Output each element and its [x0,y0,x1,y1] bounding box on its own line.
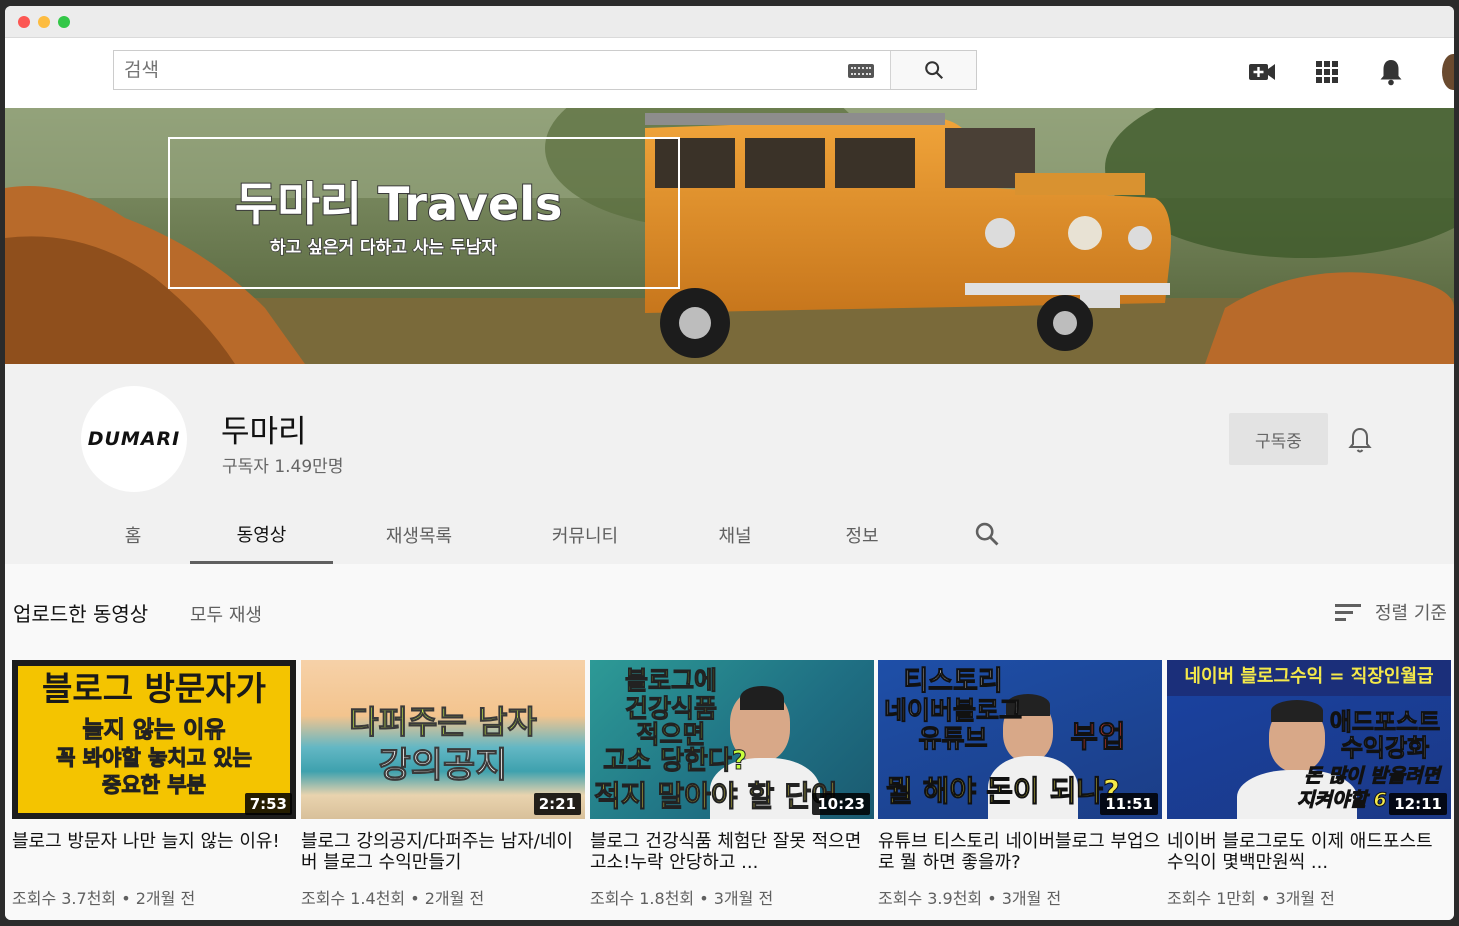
thumb-text: 지켜야할 6 [1297,789,1388,811]
video-title[interactable]: 유튜브 티스토리 네이버블로그 부업으로 뭘 하면 좋을까? [878,831,1162,873]
masthead [5,38,1454,108]
tab-videos[interactable]: 동영상 [190,506,333,564]
tab-about[interactable]: 정보 [817,506,907,564]
channel-name: 두마리 [221,414,307,450]
create-video-icon[interactable] [1248,58,1276,86]
thumb-text: 블로그 방문자가 [41,669,266,708]
video-title[interactable]: 네이버 블로그로도 이제 애드포스트 수익이 몇백만원씩 ... [1167,831,1451,873]
search-input[interactable] [114,51,848,89]
thumb-text: 티스토리 [903,666,1003,697]
tab-community[interactable]: 커뮤니티 [525,506,645,564]
notifications-bell-icon[interactable] [1377,58,1405,86]
thumb-text: 수익강화 [1340,734,1430,762]
thumb-text: 늘지 않는 이유 [82,717,226,743]
channel-search-icon[interactable] [973,520,1001,548]
video-card[interactable]: 블로그에 건강식품 적으면 고소 당한다? 적지 말아야 할 단어 10:23 … [590,660,874,909]
tab-home[interactable]: 홈 [91,506,175,564]
thumb-text: 적으면 [636,720,706,749]
video-card[interactable]: 블로그 방문자가 늘지 않는 이유 꼭 봐야할 놓치고 있는 중요한 부분 7:… [12,660,296,909]
channel-notification-bell-icon[interactable] [1348,426,1374,454]
video-card[interactable]: 다퍼주는 남자 강의공지 2:21 블로그 강의공지/다퍼주는 남자/네이버 블… [301,660,585,909]
keyboard-icon[interactable] [848,64,874,78]
window-titlebar [5,6,1454,38]
thumb-text: 부업 [1070,720,1126,755]
thumb-text: 네이버 블로그수익 = 직장인월급 [1184,666,1434,687]
user-avatar[interactable] [1442,54,1454,90]
thumb-text: 애드포스트 [1329,708,1441,736]
section-title: 업로드한 동영상 [13,602,149,626]
thumb-text: 고소 당한다? [603,746,748,776]
banner-photo: 두마리 Travels 하고 싶은거 다하고 사는 두남자 [5,108,1454,364]
video-card[interactable]: 네이버 블로그수익 = 직장인월급 애드포스트 수익강화 돈 많이 받을려면 지… [1167,660,1451,909]
video-title[interactable]: 블로그 방문자 나만 늘지 않는 이유! [12,831,296,873]
browser-window: 두마리 Travels 하고 싶은거 다하고 사는 두남자 DUMARI 두마리… [5,6,1454,920]
video-meta: 조회수 1.8천회 • 3개월 전 [590,889,774,908]
close-window-button[interactable] [18,16,30,28]
video-thumbnail[interactable]: 다퍼주는 남자 강의공지 2:21 [301,660,585,819]
video-meta: 조회수 3.7천회 • 2개월 전 [12,889,196,908]
video-meta: 조회수 1.4천회 • 2개월 전 [301,889,485,908]
video-thumbnail[interactable]: 블로그 방문자가 늘지 않는 이유 꼭 봐야할 놓치고 있는 중요한 부분 7:… [12,660,296,819]
video-duration: 7:53 [244,793,292,815]
video-duration: 11:51 [1100,793,1158,815]
video-meta: 조회수 3.9천회 • 3개월 전 [878,889,1062,908]
video-thumbnail[interactable]: 네이버 블로그수익 = 직장인월급 애드포스트 수익강화 돈 많이 받을려면 지… [1167,660,1451,819]
sort-label: 정렬 기준 [1375,603,1447,624]
thumb-text: 다퍼주는 남자 [349,703,538,741]
channel-tabs: 홈 동영상 재생목록 커뮤니티 채널 정보 [5,506,1454,564]
thumb-text: 돈 많이 받을려면 [1304,765,1441,787]
search-box [113,50,977,90]
sort-menu[interactable]: 정렬 기준 [1335,599,1447,625]
thumb-text: 블로그에 [624,666,717,695]
video-duration: 2:21 [533,793,581,815]
tab-playlists[interactable]: 재생목록 [359,506,479,564]
banner-subtitle: 하고 싶은거 다하고 사는 두남자 [270,238,497,258]
video-duration: 10:23 [812,793,870,815]
video-thumbnail[interactable]: 티스토리 네이버블로그 유튜브 부업 뭘 해야 돈이 되나? 11:51 [878,660,1162,819]
channel-avatar-text: DUMARI [87,428,181,450]
video-title[interactable]: 블로그 건강식품 체험단 잘못 적으면 고소!누락 안당하고 ... [590,831,874,873]
thumb-text: 꼭 봐야할 놓치고 있는 [56,746,253,770]
video-card[interactable]: 티스토리 네이버블로그 유튜브 부업 뭘 해야 돈이 되나? 11:51 유튜브… [878,660,1162,909]
sort-icon [1335,604,1361,621]
video-thumbnail[interactable]: 블로그에 건강식품 적으면 고소 당한다? 적지 말아야 할 단어 10:23 [590,660,874,819]
video-title[interactable]: 블로그 강의공지/다퍼주는 남자/네이버 블로그 수익만들기 [301,831,585,873]
video-duration: 12:11 [1389,793,1447,815]
thumb-text: 유튜브 [918,724,988,753]
channel-avatar[interactable]: DUMARI [81,386,187,492]
banner-title: 두마리 Travels [235,177,562,231]
tab-channels[interactable]: 채널 [685,506,785,564]
play-all-link[interactable]: 모두 재생 [190,601,262,627]
maximize-window-button[interactable] [58,16,70,28]
search-button[interactable] [890,51,976,89]
apps-grid-icon[interactable] [1313,58,1341,86]
thumb-text: 건강식품 [624,694,717,723]
subscribed-button[interactable]: 구독중 [1229,413,1328,465]
channel-header: DUMARI 두마리 구독자 1.49만명 구독중 홈 동영상 재생목록 커뮤니… [5,364,1454,564]
channel-banner: 두마리 Travels 하고 싶은거 다하고 사는 두남자 [5,108,1454,364]
video-meta: 조회수 1만회 • 3개월 전 [1167,889,1335,908]
thumb-text: 강의공지 [378,746,508,786]
thumb-text: 네이버블로그 [883,696,1022,725]
videos-section: 업로드한 동영상 모두 재생 정렬 기준 블로그 방문자가 늘지 않는 이유 꼭… [5,564,1454,920]
minimize-window-button[interactable] [38,16,50,28]
search-icon [924,61,943,80]
subscriber-count: 구독자 1.49만명 [222,457,344,477]
